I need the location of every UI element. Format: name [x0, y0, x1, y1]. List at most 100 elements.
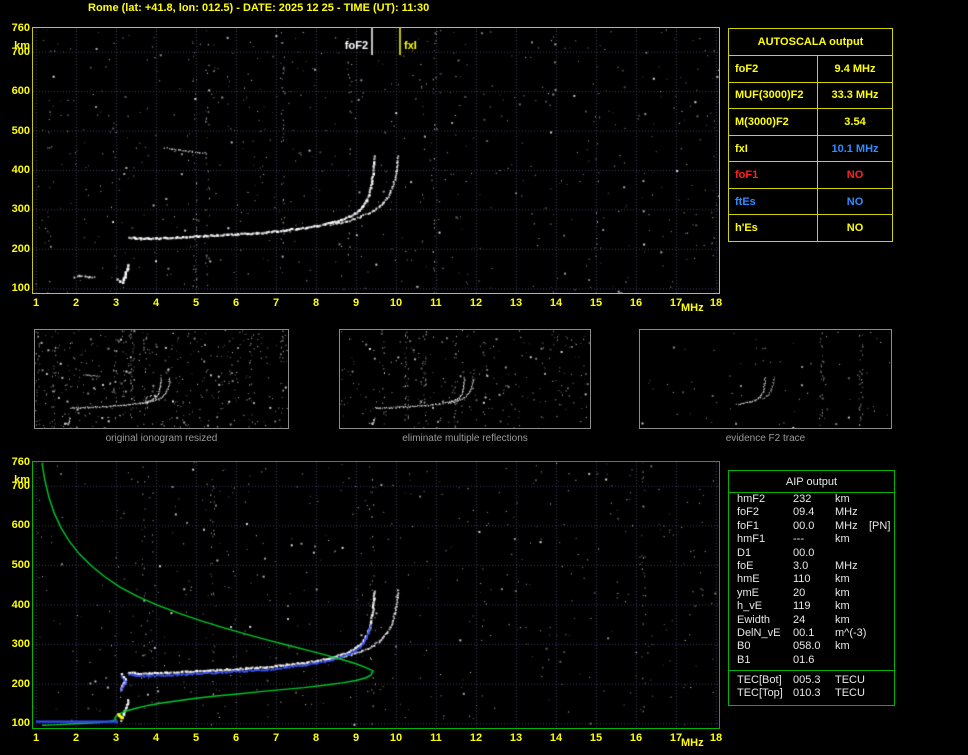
aip-row-label: foE: [737, 559, 754, 572]
x-axis-tick: 8: [312, 732, 320, 744]
aip-row-label: TEC[Bot]: [737, 674, 782, 687]
aip-row-note: [869, 640, 894, 653]
aip-row-note: [869, 506, 894, 519]
aip-row-value: 010.3: [793, 687, 821, 700]
aip-row-note: [869, 687, 894, 700]
x-axis-tick: 2: [72, 297, 80, 309]
aip-row: hmF1 --- km: [729, 533, 894, 546]
autoscala-row: MUF(3000)F2 33.3 MHz: [729, 82, 892, 110]
x-axis-tick: 12: [469, 297, 483, 309]
y-axis-tick: 300: [11, 203, 30, 216]
x-axis-tick: 18: [709, 297, 723, 309]
thumbnail-original-ionogram: [34, 329, 289, 429]
thumbnail-eliminate-reflections: [339, 329, 591, 429]
aip-row-label: ymE: [737, 586, 759, 599]
aip-row-label: DelN_vE: [737, 626, 781, 639]
aip-row-unit: km: [835, 600, 850, 613]
aip-row: TEC[Top] 010.3 TECU: [729, 687, 894, 700]
autoscala-row-value: NO: [846, 195, 864, 208]
aip-row-unit: km: [835, 533, 850, 546]
aip-row-unit: MHz: [835, 559, 858, 572]
autoscala-row: foF1 NO: [729, 162, 892, 189]
aip-row-unit: km: [835, 640, 850, 653]
aip-row-unit: TECU: [835, 687, 865, 700]
aip-row-unit: km: [835, 613, 850, 626]
x-axis-tick: 13: [509, 297, 523, 309]
y-axis-unit-label: km: [14, 40, 30, 52]
autoscala-row-label: M(3000)F2: [729, 109, 818, 135]
autoscala-row-value: 10.1 MHz: [831, 142, 879, 155]
aip-row-value: 01.6: [793, 653, 815, 666]
aip-row-value: 20: [793, 586, 806, 599]
y-axis-tick: 760: [11, 456, 30, 468]
aip-row-value: 00.0: [793, 546, 815, 559]
autoscala-row-value: 9.4 MHz: [834, 62, 876, 75]
x-axis-tick: 5: [192, 732, 200, 744]
aip-row-note: [869, 493, 894, 506]
x-axis-tick: 15: [589, 297, 603, 309]
aip-row-label: hmE: [737, 573, 760, 586]
x-axis-tick: 5: [192, 297, 200, 309]
aip-row-note: [869, 614, 894, 627]
aip-row-value: 24: [793, 613, 806, 626]
x-axis-unit-label: MHz: [681, 737, 704, 749]
autoscala-row-value: NO: [846, 222, 864, 235]
aip-row: foF1 00.0 MHz [PN]: [729, 520, 894, 533]
y-axis-unit-label: km: [14, 474, 30, 486]
autoscala-output-table: AUTOSCALA output foF2 9.4 MHz MUF(3000)F2 3…: [728, 28, 893, 242]
aip-row: D1 00.0: [729, 547, 894, 560]
aip-row-label: foF2: [737, 506, 760, 519]
autoscala-app-window: { "header": { "title": "Rome (lat: +41.8…: [0, 0, 968, 755]
aip-row-note: [869, 573, 894, 586]
autoscala-row-label: fxI: [729, 135, 818, 162]
aip-row: h_vE 119 km: [729, 600, 894, 613]
y-axis-tick: 200: [11, 677, 30, 690]
x-axis-tick: 9: [352, 297, 360, 309]
autoscala-row-value: NO: [846, 169, 864, 182]
autoscala-row: fxI 10.1 MHz: [729, 135, 892, 163]
autoscala-row-label: ftEs: [729, 188, 818, 215]
aip-row-note: [PN]: [869, 519, 891, 532]
x-axis-tick: 2: [72, 732, 80, 744]
y-axis-tick: 400: [11, 598, 30, 611]
y-axis-tick: 600: [11, 85, 30, 98]
aip-output-table: AIP output hmF2 232 km foF2 09.4 MHz foF1 00.0 M…: [728, 470, 895, 706]
aip-row: Ewidth 24 km: [729, 614, 894, 627]
aip-row: ymE 20 km: [729, 587, 894, 600]
aip-row: foE 3.0 MHz: [729, 560, 894, 573]
thumbnail-caption: evidence F2 trace: [725, 433, 806, 444]
x-axis-tick: 12: [469, 732, 483, 744]
aip-row-value: 110: [793, 573, 811, 586]
aip-row-note: [869, 547, 894, 560]
x-axis-unit-label: MHz: [681, 302, 704, 314]
x-axis-tick: 16: [629, 297, 643, 309]
x-axis-tick: 10: [389, 732, 403, 744]
x-axis-tick: 4: [152, 732, 160, 744]
x-axis-tick: 1: [32, 732, 40, 744]
aip-row-unit: MHz: [835, 519, 858, 532]
aip-row-value: 00.0: [793, 519, 815, 532]
y-axis-tick: 200: [11, 242, 30, 255]
x-axis-tick: 1: [32, 297, 40, 309]
autoscala-row-value: 3.54: [844, 115, 866, 128]
aip-row-value: 09.4: [793, 506, 815, 519]
aip-row: hmE 110 km: [729, 573, 894, 586]
aip-row-note: [869, 560, 894, 573]
aip-row-note: [869, 654, 894, 667]
aip-row-unit: km: [835, 586, 850, 599]
x-axis-tick: 6: [232, 297, 240, 309]
aip-row: hmF2 232 km: [729, 493, 894, 506]
aip-table-title: AIP output: [729, 471, 894, 493]
aip-row: DelN_vE 00.1 m^(-3): [729, 627, 894, 640]
aip-row-label: B0: [737, 640, 751, 653]
x-axis-tick: 14: [549, 732, 563, 744]
aip-row-unit: km: [835, 573, 850, 586]
aip-row-label: foF1: [737, 519, 760, 532]
y-axis-tick: 300: [11, 638, 30, 651]
x-axis-tick: 7: [272, 297, 280, 309]
autoscala-row-label: h'Es: [729, 215, 818, 242]
ionogram-main-plot: [32, 27, 720, 294]
aip-row-unit: TECU: [835, 674, 865, 687]
aip-row-value: 005.3: [793, 674, 821, 687]
aip-row-value: ---: [793, 533, 804, 546]
